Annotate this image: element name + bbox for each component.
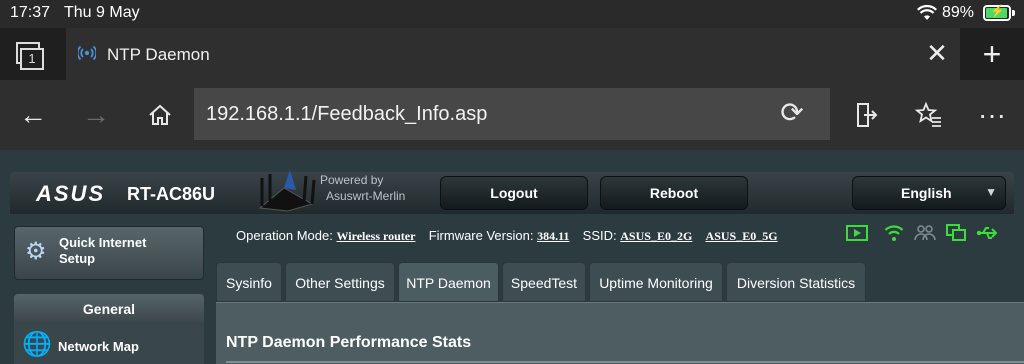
more-menu-icon[interactable]: ··· bbox=[975, 98, 1009, 132]
devices-icon[interactable] bbox=[946, 224, 966, 247]
battery-percent: 89% bbox=[942, 4, 975, 21]
router-page: ASUS RT-AC86U Powered by Asuswrt-Merlin … bbox=[0, 150, 1024, 364]
close-tab-icon[interactable]: ✕ bbox=[924, 38, 950, 68]
globe-icon: 🌐 bbox=[22, 331, 52, 358]
tab-speedtest[interactable]: SpeedTest bbox=[502, 262, 586, 302]
battery-icon: ⚡ bbox=[983, 4, 1015, 21]
powered-by: Powered by Asuswrt-Merlin bbox=[320, 172, 405, 204]
tab-uptime-monitoring[interactable]: Uptime Monitoring bbox=[589, 262, 723, 302]
quick-setup-line2: Setup bbox=[59, 251, 96, 266]
ssid-2g-link[interactable]: ASUS_E0_2G bbox=[620, 229, 692, 243]
usb-icon[interactable] bbox=[976, 224, 998, 247]
tab-strip: 1 NTP Daemon ✕ + bbox=[0, 28, 1024, 80]
opmode-label: Operation Mode: bbox=[236, 228, 333, 243]
favorites-icon[interactable] bbox=[912, 98, 946, 132]
router-model: RT-AC86U bbox=[127, 184, 216, 204]
tab-switcher-button[interactable]: 1 bbox=[12, 40, 48, 72]
share-icon[interactable] bbox=[848, 98, 882, 132]
operation-info: Operation Mode: Wireless router Firmware… bbox=[236, 228, 778, 244]
tab-diversion-statistics[interactable]: Diversion Statistics bbox=[726, 262, 866, 302]
status-time: 17:37 bbox=[10, 4, 51, 21]
back-arrow-icon[interactable]: ← bbox=[16, 98, 50, 132]
wizard-icon: ⚙ bbox=[25, 238, 47, 265]
ssid-5g-link[interactable]: ASUS_E0_5G bbox=[706, 229, 778, 243]
new-tab-button[interactable]: + bbox=[974, 36, 1010, 72]
router-header: ASUS RT-AC86U Powered by Asuswrt-Merlin … bbox=[10, 170, 1014, 214]
play-icon[interactable] bbox=[846, 224, 868, 247]
status-icons bbox=[846, 224, 1006, 248]
router-image bbox=[254, 164, 318, 217]
firmware-label: Firmware Version: bbox=[428, 228, 534, 243]
firmware-link[interactable]: 384.11 bbox=[537, 229, 569, 243]
tab-title: NTP Daemon bbox=[107, 45, 210, 64]
home-icon[interactable] bbox=[143, 98, 177, 132]
sidebar-general-header: General bbox=[14, 294, 204, 324]
favicon-icon bbox=[76, 44, 98, 67]
forward-arrow-icon[interactable]: → bbox=[79, 98, 113, 132]
quick-internet-setup-button[interactable]: ⚙ Quick Internet Setup bbox=[14, 226, 204, 280]
ssid-label: SSID: bbox=[582, 228, 617, 243]
address-bar: ← → 192.168.1.1/Feedback_Info.asp ⟳ ··· bbox=[0, 80, 1024, 150]
language-select[interactable]: English ▼ bbox=[852, 176, 1006, 210]
clients-icon[interactable] bbox=[914, 224, 936, 247]
url-text: 192.168.1.1/Feedback_Info.asp bbox=[206, 103, 488, 125]
tab-other-settings[interactable]: Other Settings bbox=[285, 262, 395, 302]
opmode-link[interactable]: Wireless router bbox=[336, 229, 415, 243]
asus-logo: ASUS bbox=[36, 181, 106, 206]
sidebar-item-label: Network Map bbox=[58, 339, 139, 354]
status-bar: 17:37 Thu 9 May 89% ⚡ bbox=[0, 0, 1024, 28]
content-panel: NTP Daemon Performance Stats bbox=[216, 302, 1024, 364]
tab-count: 1 bbox=[20, 48, 44, 70]
tab-ntp-daemon[interactable]: NTP Daemon ✕ bbox=[66, 28, 960, 80]
chevron-down-icon: ▼ bbox=[985, 185, 997, 199]
status-date: Thu 9 May bbox=[64, 4, 140, 21]
powered-by-line1: Powered by bbox=[320, 173, 384, 187]
tab-ntp-daemon-active[interactable]: NTP Daemon bbox=[398, 262, 499, 302]
sidebar-item-network-map[interactable]: 🌐 Network Map bbox=[14, 324, 204, 364]
divider bbox=[226, 361, 1024, 363]
tab-sysinfo[interactable]: Sysinfo bbox=[216, 262, 282, 302]
logout-button[interactable]: Logout bbox=[440, 176, 588, 210]
powered-by-line2: Asuswrt-Merlin bbox=[326, 189, 406, 203]
language-value: English bbox=[901, 185, 952, 201]
wireless-icon[interactable] bbox=[884, 224, 904, 247]
reload-icon[interactable]: ⟳ bbox=[776, 97, 808, 129]
url-field[interactable]: 192.168.1.1/Feedback_Info.asp ⟳ bbox=[194, 88, 830, 140]
quick-setup-line1: Quick Internet bbox=[59, 235, 147, 250]
reboot-button[interactable]: Reboot bbox=[600, 176, 748, 210]
page-title: NTP Daemon Performance Stats bbox=[226, 334, 472, 351]
wifi-icon bbox=[917, 4, 937, 26]
